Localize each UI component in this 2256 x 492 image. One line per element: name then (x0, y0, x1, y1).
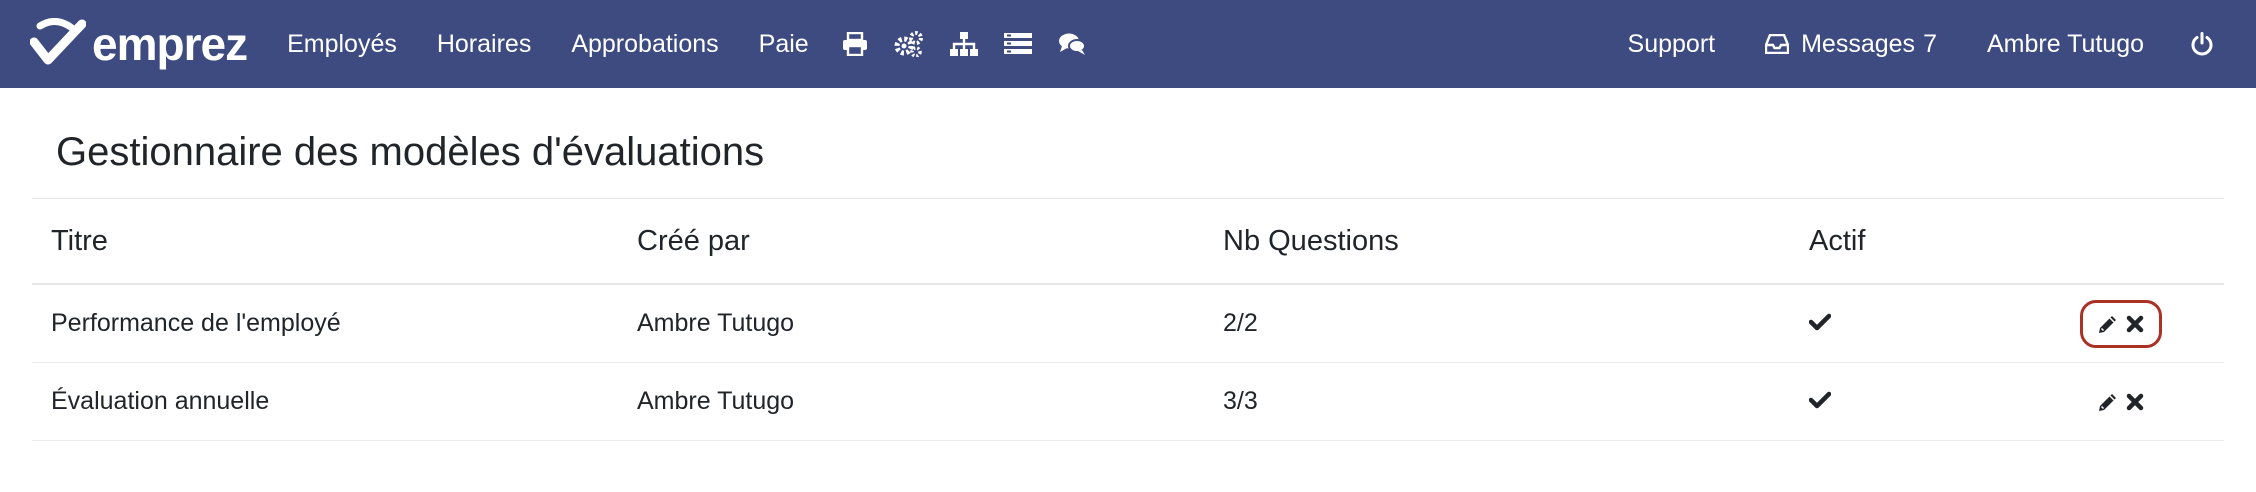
print-icon[interactable] (842, 32, 868, 56)
chat-icon[interactable] (1058, 32, 1086, 56)
messages-count-badge: 7 (1923, 29, 1937, 58)
row-active (1790, 362, 1950, 441)
pencil-icon (2099, 393, 2116, 411)
templates-table: Titre Créé par Nb Questions Actif Perfor… (32, 198, 2224, 441)
top-navbar: emprez Employés Horaires Approbations Pa… (0, 0, 2256, 88)
row-actions-group (2080, 378, 2162, 426)
nav-paie[interactable]: Paie (759, 30, 809, 59)
row-title: Performance de l'employé (32, 284, 618, 363)
header-author[interactable]: Créé par (618, 198, 1204, 285)
nav-user-menu[interactable]: Ambre Tutugo (1987, 30, 2144, 59)
nav-employes[interactable]: Employés (287, 30, 397, 59)
header-title[interactable]: Titre (32, 198, 618, 285)
messages-label: Messages (1801, 29, 1916, 58)
edit-button[interactable] (2097, 391, 2119, 413)
table-row: Évaluation annuelle Ambre Tutugo 3/3 (32, 362, 2224, 441)
delete-button[interactable] (2125, 314, 2145, 334)
close-icon (2126, 393, 2144, 410)
edit-button[interactable] (2097, 313, 2119, 335)
check-icon (1809, 391, 1831, 409)
table-row: Performance de l'employé Ambre Tutugo 2/… (32, 284, 2224, 363)
header-actions (1949, 198, 2224, 285)
table-header-row: Titre Créé par Nb Questions Actif (32, 198, 2224, 285)
row-question-count: 3/3 (1204, 362, 1790, 441)
row-actions-highlight (2080, 299, 2162, 348)
check-icon (1809, 313, 1831, 331)
row-question-count: 2/2 (1204, 284, 1790, 363)
inbox-icon (1765, 34, 1790, 54)
delete-button[interactable] (2125, 392, 2145, 412)
row-title: Évaluation annuelle (32, 362, 618, 441)
nav-approbations[interactable]: Approbations (571, 30, 718, 59)
pencil-icon (2099, 315, 2116, 333)
header-active[interactable]: Actif (1790, 198, 1950, 285)
row-active (1790, 284, 1950, 363)
nav-support[interactable]: Support (1628, 30, 1716, 59)
page-title: Gestionnaire des modèles d'évaluations (56, 130, 765, 174)
power-icon[interactable] (2191, 32, 2213, 56)
row-actions (1949, 362, 2224, 441)
nav-messages[interactable]: Messages 7 (1765, 30, 1937, 59)
brand-logo[interactable]: emprez (30, 17, 248, 71)
gears-icon[interactable] (894, 31, 924, 57)
org-chart-icon[interactable] (949, 32, 978, 56)
templates-table-container: Titre Créé par Nb Questions Actif Perfor… (32, 198, 2224, 441)
nav-horaires[interactable]: Horaires (437, 30, 531, 59)
close-icon (2126, 315, 2144, 332)
logo-check-icon (30, 18, 86, 65)
brand-name: emprez (92, 18, 248, 70)
row-author: Ambre Tutugo (618, 362, 1204, 441)
row-author: Ambre Tutugo (618, 284, 1204, 363)
row-actions (1949, 284, 2224, 363)
header-question-count[interactable]: Nb Questions (1204, 198, 1790, 285)
list-icon[interactable] (1003, 33, 1032, 55)
